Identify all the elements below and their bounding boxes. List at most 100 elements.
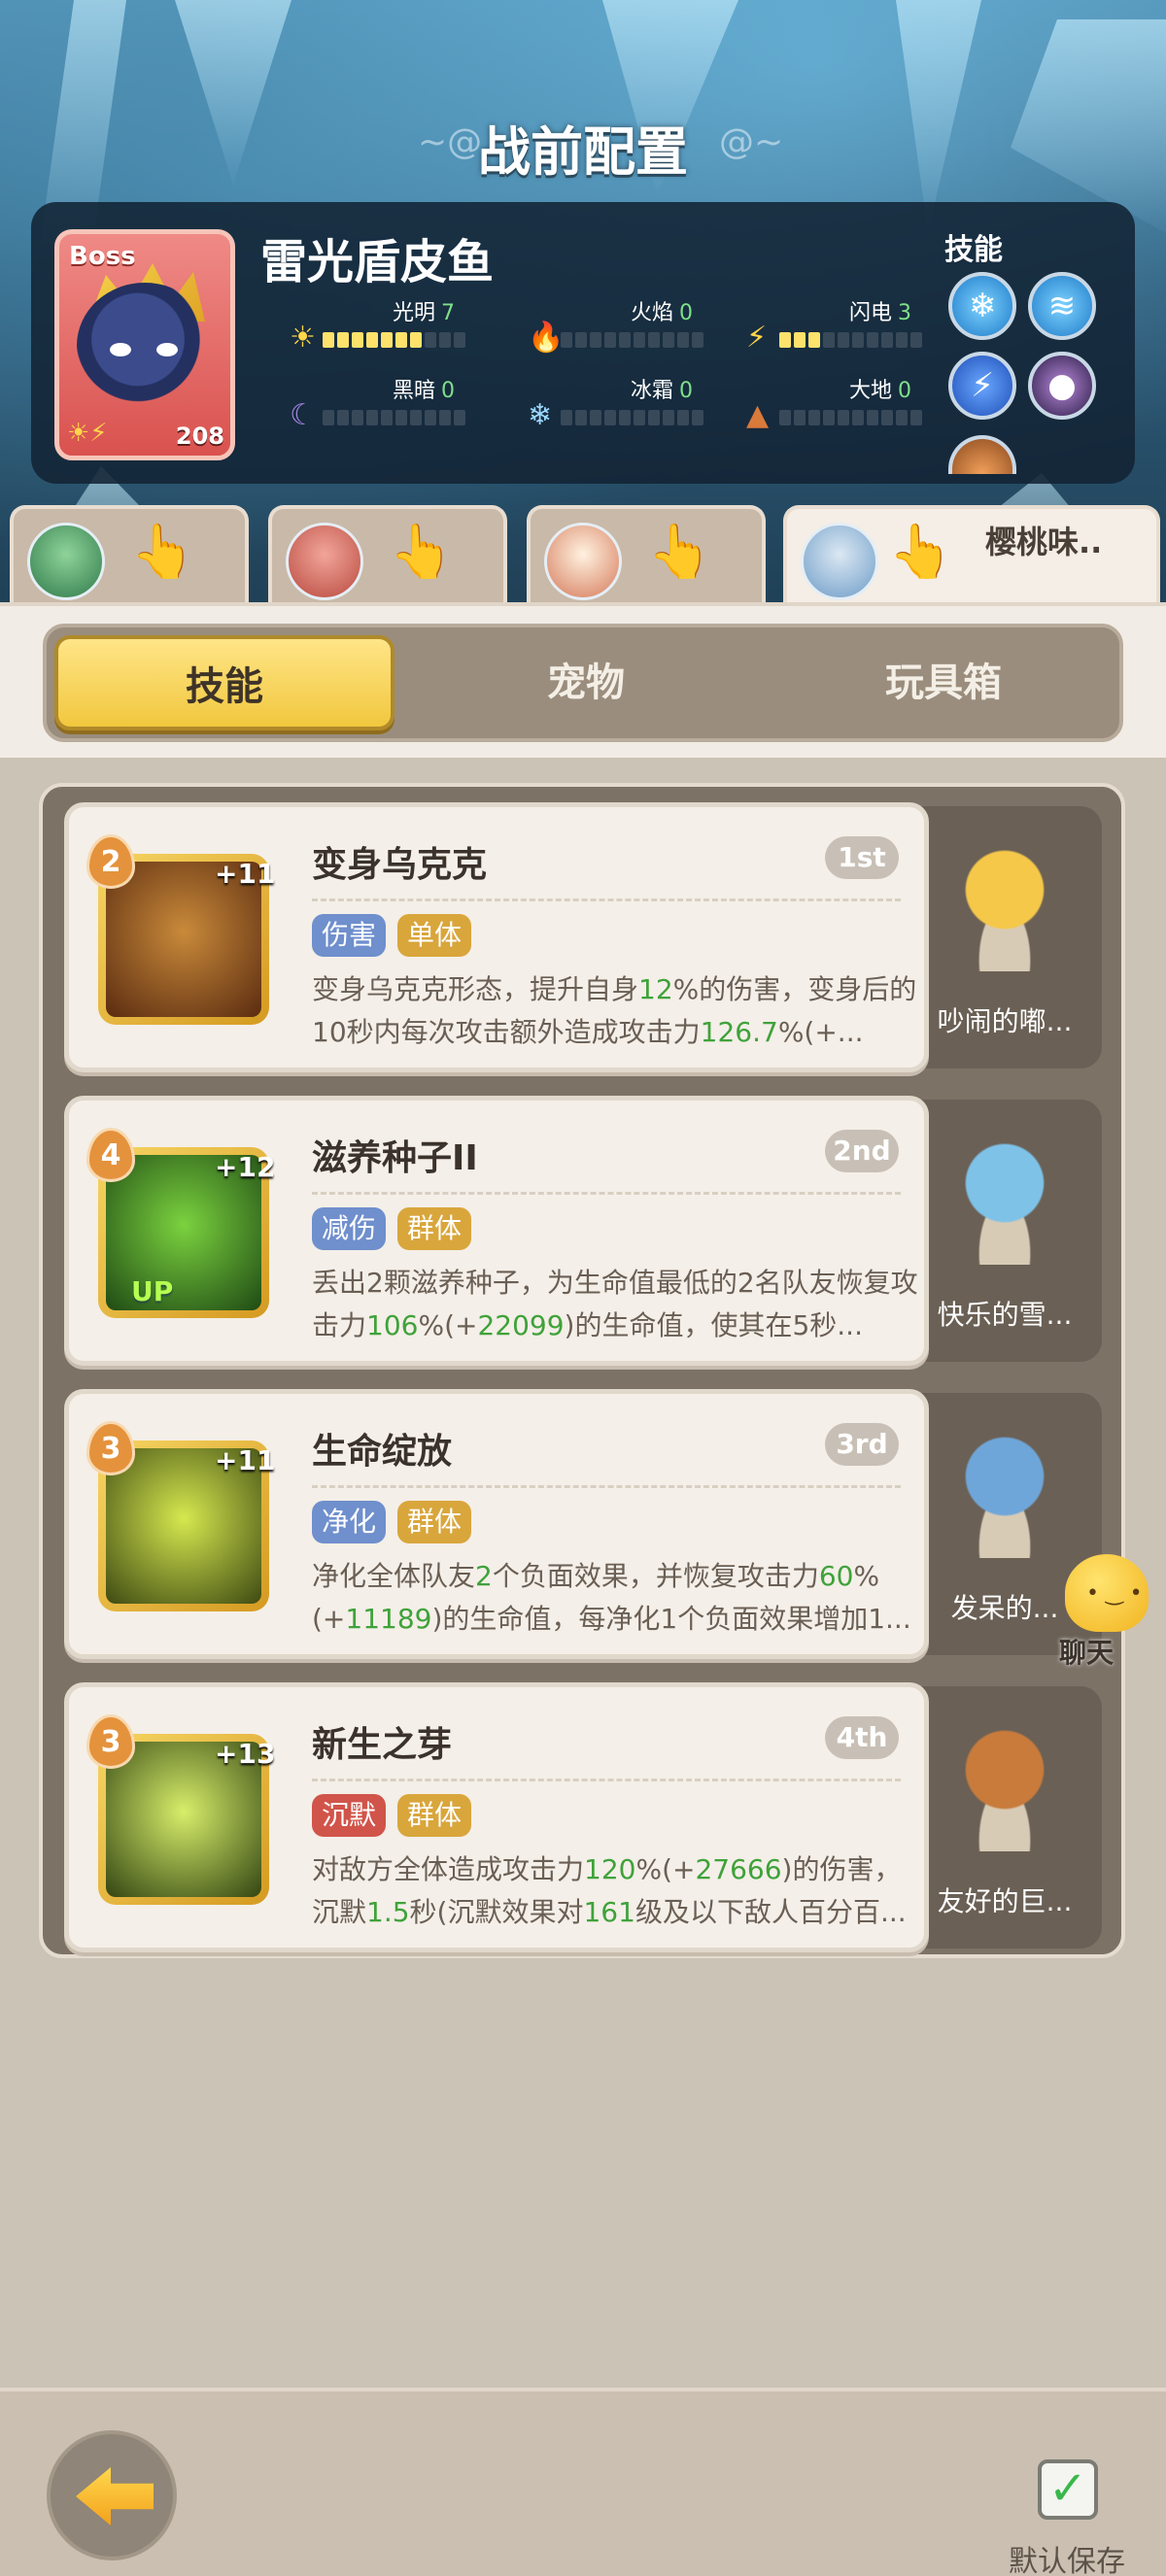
stat-bar-segment bbox=[323, 332, 334, 348]
tab-skills[interactable]: 技能 bbox=[54, 635, 394, 730]
highlight-value: 27666 bbox=[695, 1853, 782, 1885]
pet-slot[interactable]: 快乐的雪... bbox=[908, 1100, 1102, 1362]
stat-bar-segment bbox=[896, 332, 908, 348]
highlight-value: 126.7 bbox=[700, 1016, 778, 1048]
boss-skill-ice-shard[interactable]: ❄ bbox=[948, 272, 1016, 340]
pointing-hand-icon: 👆 bbox=[647, 521, 713, 582]
stat-value: 0 bbox=[679, 301, 693, 325]
chat-button[interactable]: • ‿ • 聊天 bbox=[1047, 1554, 1164, 1669]
description-text: %(+ bbox=[418, 1309, 478, 1341]
tab-toybox[interactable]: 玩具箱 bbox=[773, 635, 1114, 730]
skill-name: 生命绽放 bbox=[312, 1432, 453, 1472]
stat-bar bbox=[561, 410, 736, 427]
stat-bar bbox=[561, 332, 736, 350]
skill-tag: 减伤 bbox=[312, 1207, 387, 1250]
skill-level-badge: 3 bbox=[86, 1421, 135, 1475]
description-text: 对敌方全体造成攻击力 bbox=[312, 1853, 585, 1885]
boss-face-icon bbox=[77, 283, 213, 409]
team-slot-2[interactable]: 👆 bbox=[268, 505, 507, 602]
stat-name: 火焰 bbox=[630, 301, 673, 325]
boss-level: 208 bbox=[175, 423, 224, 450]
stat-value: 0 bbox=[441, 379, 455, 403]
team-slot-1[interactable]: 👆 bbox=[10, 505, 249, 602]
stat-bar-segment bbox=[677, 410, 689, 425]
page-title: 战前配置 bbox=[478, 121, 688, 183]
team-slot-4[interactable]: 👆 樱桃味.. bbox=[783, 505, 1160, 602]
divider bbox=[312, 1485, 901, 1488]
divider bbox=[312, 898, 901, 901]
stat-bar-segment bbox=[677, 332, 689, 348]
back-button[interactable] bbox=[47, 2430, 177, 2560]
pet-slot[interactable]: 吵闹的嘟... bbox=[908, 806, 1102, 1068]
skill-description: 净化全体队友2个负面效果，并恢复攻击力60%(+11189)的生命值，每净化1个… bbox=[312, 1555, 924, 1641]
stat-bar-segment bbox=[838, 332, 849, 348]
description-text: 变身乌克克形态，提升自身 bbox=[312, 973, 639, 1005]
default-save-checkbox[interactable]: ✓ bbox=[1038, 2459, 1098, 2520]
stat-bar-segment bbox=[852, 332, 864, 348]
skill-description: 对敌方全体造成攻击力120%(+27666)的伤害，沉默1.5秒(沉默效果对16… bbox=[312, 1848, 924, 1934]
stat-bar-segment bbox=[692, 410, 703, 425]
stat-bar-segment bbox=[439, 332, 451, 348]
avatar bbox=[286, 523, 363, 600]
sun-icon: ☀ bbox=[290, 321, 316, 355]
pet-figure bbox=[946, 835, 1063, 971]
pet-figure bbox=[946, 1422, 1063, 1558]
stat-bar-segment bbox=[663, 332, 674, 348]
team-slot-3[interactable]: 👆 bbox=[527, 505, 766, 602]
stat-bar-segment bbox=[852, 410, 864, 425]
team-slot-name: 樱桃味.. bbox=[985, 524, 1103, 560]
stat-bar-segment bbox=[867, 332, 878, 348]
skill-card[interactable]: 3 +11 生命绽放 3rd 净化 群体 净化全体队友2个负面效果，并恢复攻击力60%(+1… bbox=[64, 1389, 929, 1659]
stat-bar bbox=[779, 332, 954, 350]
skill-card[interactable]: 3 +13 新生之芽 4th 沉默 群体 对敌方全体造成攻击力120%(+27666)的伤害… bbox=[64, 1682, 929, 1952]
stat-bar-segment bbox=[381, 332, 393, 348]
boss-skill-lightning[interactable]: ⚡ bbox=[948, 352, 1016, 420]
skill-order-badge: 2nd bbox=[825, 1130, 899, 1172]
stat-bar-segment bbox=[439, 410, 451, 425]
stat-bar-segment bbox=[323, 410, 334, 425]
skill-tag: 沉默 bbox=[312, 1794, 387, 1837]
title-ornament-right: @~ bbox=[719, 122, 784, 162]
stat-bar-segment bbox=[561, 410, 572, 425]
stat-bar-segment bbox=[692, 332, 703, 348]
stat-bar-segment bbox=[366, 332, 378, 348]
stat-bar-segment bbox=[663, 410, 674, 425]
skill-card[interactable]: 4 +12 UP 滋养种子II 2nd 减伤 群体 丢出2颗滋养种子，为生命值最低的2名队友恢… bbox=[64, 1096, 929, 1366]
stat-earth: ▲ 大地 0 bbox=[746, 373, 954, 432]
skill-level-badge: 2 bbox=[86, 834, 135, 889]
boss-skill-shadow[interactable]: ● bbox=[1028, 352, 1096, 420]
boss-portrait[interactable]: Boss ☀⚡ 208 bbox=[54, 229, 235, 460]
skill-tag: 净化 bbox=[312, 1501, 387, 1543]
stat-bar-segment bbox=[410, 332, 422, 348]
description-text: )的生命值，使其在5秒... bbox=[564, 1309, 863, 1341]
skill-tag: 群体 bbox=[397, 1207, 472, 1250]
stat-bar-segment bbox=[619, 410, 631, 425]
stat-bar-segment bbox=[604, 332, 616, 348]
skill-bonus-level: +11 bbox=[215, 858, 276, 890]
boss-name: 雷光盾皮鱼 bbox=[260, 235, 495, 289]
stat-bar-segment bbox=[867, 410, 878, 425]
moon-icon: ☾ bbox=[290, 398, 316, 432]
skill-name: 变身乌克克 bbox=[312, 845, 488, 885]
pet-slot[interactable]: 友好的巨... bbox=[908, 1686, 1102, 1949]
stat-bar-segment bbox=[454, 332, 465, 348]
stat-bar-segment bbox=[410, 410, 422, 425]
stat-label: 火焰 0 bbox=[561, 295, 693, 326]
stat-bar-segment bbox=[337, 410, 349, 425]
stat-bar-segment bbox=[881, 332, 893, 348]
tab-pets[interactable]: 宠物 bbox=[416, 635, 756, 730]
pet-name: 吵闹的嘟... bbox=[937, 1005, 1073, 1037]
stat-bar-segment bbox=[634, 410, 645, 425]
skill-card[interactable]: 2 +11 变身乌克克 1st 伤害 单体 变身乌克克形态，提升自身12%的伤害，变身后的1… bbox=[64, 802, 929, 1072]
stat-bar-segment bbox=[794, 410, 806, 425]
description-text: 级及以下敌人百分百... bbox=[634, 1896, 907, 1928]
stat-bar bbox=[323, 332, 497, 350]
skill-bonus-level: +13 bbox=[215, 1738, 276, 1770]
boss-skill-ice-claw[interactable]: ≋ bbox=[1028, 272, 1096, 340]
boss-skill-partial[interactable] bbox=[948, 435, 1016, 474]
avatar bbox=[27, 523, 105, 600]
stat-bar-segment bbox=[648, 332, 660, 348]
stat-bar-segment bbox=[454, 410, 465, 425]
boss-eye bbox=[156, 343, 178, 356]
stat-moon: ☾ 黑暗 0 bbox=[290, 373, 497, 432]
